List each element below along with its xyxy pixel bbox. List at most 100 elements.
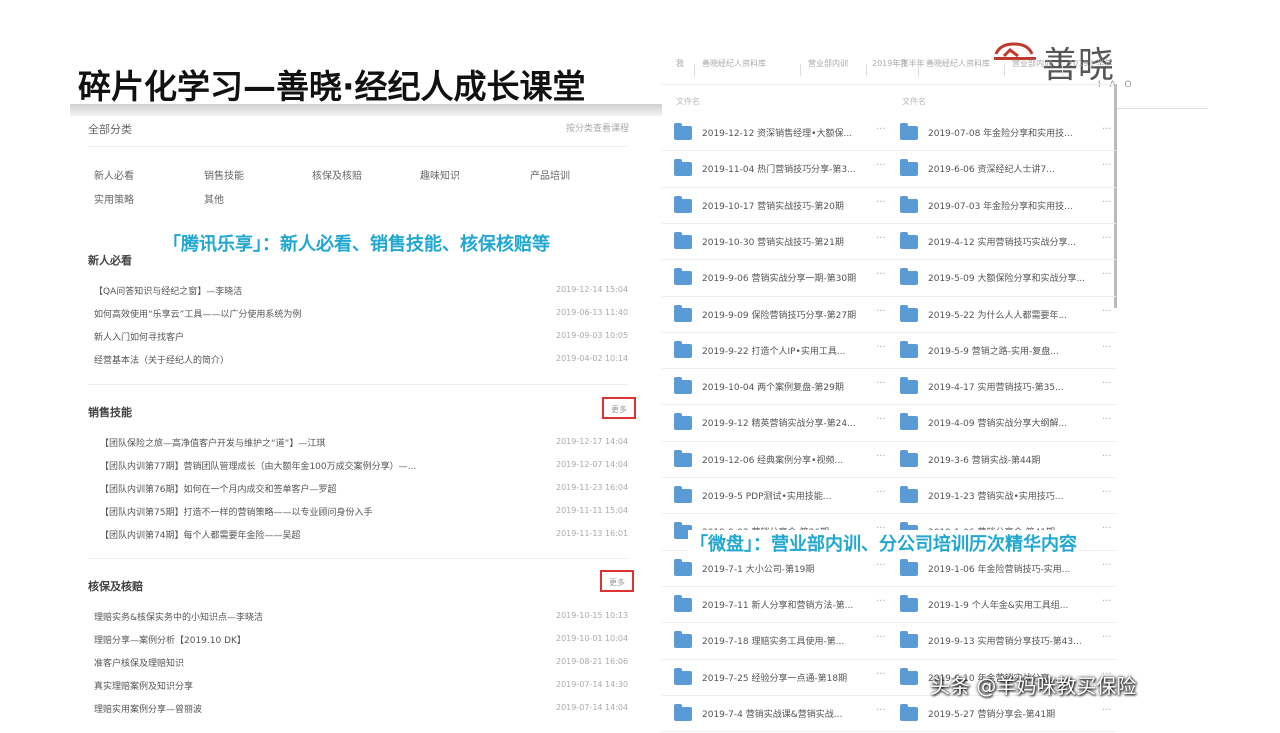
- list-item[interactable]: 经营基本法（关于经纪人的简介）: [94, 353, 229, 366]
- list-item[interactable]: 【团队内训第75期】打造不一样的营销策略——以专业顾问身份入手: [100, 505, 372, 518]
- category-view-link[interactable]: 按分类查看课程: [566, 121, 629, 134]
- more-options-icon[interactable]: ···: [1102, 632, 1112, 643]
- breadcrumb-separator: [800, 64, 801, 76]
- list-item[interactable]: 【团队内训第77期】营销团队管理成长（由大额年金100万成交案例分享）—...: [100, 459, 416, 472]
- more-options-icon[interactable]: ···: [1102, 596, 1112, 607]
- folder-row[interactable]: 2019-11-04 热门营销技巧分享-第3... ···: [674, 152, 890, 188]
- more-options-icon[interactable]: ···: [1102, 705, 1112, 716]
- folder-row[interactable]: 2019-7-18 理赔实务工具使用-第... ···: [674, 624, 890, 660]
- category-product-training[interactable]: 产品培训: [530, 167, 570, 182]
- list-item[interactable]: 如何高效使用“乐享云”工具——以广分使用系统为例: [94, 307, 301, 320]
- more-options-icon[interactable]: ···: [876, 414, 886, 425]
- category-strategy[interactable]: 实用策略: [94, 191, 134, 206]
- folder-row[interactable]: 2019-4-17 实用营销技巧-第35... ···: [900, 370, 1116, 406]
- list-item[interactable]: 【团队保险之旅—高净值客户开发与维护之“道”】—江琪: [100, 436, 325, 449]
- category-underwriting[interactable]: 核保及核赔: [312, 167, 362, 182]
- more-options-icon[interactable]: ···: [1102, 306, 1112, 317]
- more-options-icon[interactable]: ···: [1102, 269, 1112, 280]
- more-options-icon[interactable]: ···: [1102, 414, 1112, 425]
- more-options-icon[interactable]: ···: [876, 160, 886, 171]
- more-options-icon[interactable]: ···: [1102, 451, 1112, 462]
- more-options-icon[interactable]: ···: [876, 632, 886, 643]
- folder-row[interactable]: 2019-9-5 PDP测试•实用技能... ···: [674, 479, 890, 515]
- folder-icon: [674, 667, 692, 685]
- breadcrumb-item[interactable]: 善晓经纪人资料库: [926, 58, 990, 69]
- more-options-icon[interactable]: ···: [876, 669, 886, 680]
- folder-row[interactable]: 2019-7-25 经验分享一点通-第18期 ···: [674, 661, 890, 697]
- breadcrumb-item[interactable]: 营业部内训: [808, 58, 848, 69]
- folder-row[interactable]: 2019-1-9 个人年金&实用工具组... ···: [900, 588, 1116, 624]
- folder-row[interactable]: 2019-3-6 营销实战-第44期 ···: [900, 443, 1116, 479]
- more-options-icon[interactable]: ···: [1102, 378, 1112, 389]
- more-options-icon[interactable]: ···: [1102, 124, 1112, 135]
- more-options-icon[interactable]: ···: [876, 560, 886, 571]
- list-item[interactable]: 理赔实用案例分享—曾丽波: [94, 702, 202, 715]
- folder-row[interactable]: 2019-12-12 资深销售经理•大额保... ···: [674, 116, 890, 152]
- folder-row[interactable]: 2019-07-03 年金险分享和实用技... ···: [900, 189, 1116, 225]
- folder-row[interactable]: 2019-5-27 营销分享会-第41期 ···: [900, 697, 1116, 733]
- list-item[interactable]: 【团队内训第76期】如何在一个月内成交和签单客户—罗超: [100, 482, 336, 495]
- folder-row[interactable]: 2019-4-09 营销实战分享大纲解... ···: [900, 406, 1116, 442]
- folder-row[interactable]: 2019-9-09 保险营销技巧分享-第27期 ···: [674, 298, 890, 334]
- more-options-icon[interactable]: ···: [1102, 487, 1112, 498]
- more-options-icon[interactable]: ···: [876, 596, 886, 607]
- list-item[interactable]: 理赔实务&核保实务中的小知识点—李晓洁: [94, 610, 263, 623]
- more-options-icon[interactable]: ···: [876, 705, 886, 716]
- more-options-icon[interactable]: ···: [876, 269, 886, 280]
- folder-name: 2019-07-03 年金险分享和实用技...: [928, 201, 1073, 212]
- folder-row[interactable]: 2019-5-22 为什么人人都需要年... ···: [900, 298, 1116, 334]
- folder-row[interactable]: 2019-5-09 大额保险分享和实战分享... ···: [900, 261, 1116, 297]
- more-options-icon[interactable]: ···: [1102, 560, 1112, 571]
- divider: [88, 146, 628, 147]
- list-item[interactable]: 准客户核保及理赔知识: [94, 656, 184, 669]
- more-options-icon[interactable]: ···: [1102, 160, 1112, 171]
- folder-row[interactable]: 2019-10-30 营销实战技巧-第21期 ···: [674, 225, 890, 261]
- list-item[interactable]: 【QA问答知识与经纪之窗】—李晓洁: [94, 284, 242, 297]
- folder-row[interactable]: 2019-1-06 年金险营销技巧-实用... ···: [900, 552, 1116, 588]
- folder-row[interactable]: 2019-10-17 营销实战技巧-第20期 ···: [674, 189, 890, 225]
- more-options-icon[interactable]: ···: [876, 233, 886, 244]
- folder-row[interactable]: 2019-7-4 营销实战课&营销实战... ···: [674, 697, 890, 733]
- folder-row[interactable]: 2019-9-06 营销实战分享一期-第30期 ···: [674, 261, 890, 297]
- more-options-icon[interactable]: ···: [876, 451, 886, 462]
- more-options-icon[interactable]: ···: [876, 306, 886, 317]
- folder-row[interactable]: 2019-7-11 新人分享和营销方法-第... ···: [674, 588, 890, 624]
- folder-row[interactable]: 2019-07-08 年金险分享和实用技... ···: [900, 116, 1116, 152]
- more-button-underwriting[interactable]: 更多: [600, 570, 634, 592]
- more-options-icon[interactable]: ···: [1102, 233, 1112, 244]
- more-options-icon[interactable]: ···: [876, 342, 886, 353]
- folder-row[interactable]: 2019-9-13 实用营销分享技巧-第43... ···: [900, 624, 1116, 660]
- category-other[interactable]: 其他: [204, 191, 224, 206]
- breadcrumb-item[interactable]: 我: [676, 58, 684, 69]
- list-item[interactable]: 新人入门如何寻找客户: [94, 330, 184, 343]
- breadcrumb-item[interactable]: 我: [900, 58, 908, 69]
- category-newbie[interactable]: 新人必看: [94, 167, 134, 182]
- more-button-sales[interactable]: 更多: [602, 397, 636, 419]
- more-options-icon[interactable]: ···: [876, 197, 886, 208]
- folder-row[interactable]: 2019-9-22 打造个人IP•实用工具... ···: [674, 334, 890, 370]
- more-options-icon[interactable]: ···: [876, 487, 886, 498]
- category-fun-knowledge[interactable]: 趣味知识: [420, 167, 460, 182]
- folder-icon: [900, 558, 918, 576]
- folder-row[interactable]: 2019-5-9 营销之路-实用-复盘... ···: [900, 334, 1116, 370]
- more-options-icon[interactable]: ···: [876, 124, 886, 135]
- list-item[interactable]: 真实理赔案例及知识分享: [94, 679, 193, 692]
- breadcrumb-item[interactable]: 营业部内训: [1012, 58, 1052, 69]
- more-options-icon[interactable]: ···: [1102, 342, 1112, 353]
- folder-row[interactable]: 2019-1-23 营销实战•实用技巧... ···: [900, 479, 1116, 515]
- list-item[interactable]: 理赔分享—案例分析【2019.10 DK】: [94, 633, 246, 646]
- folder-row[interactable]: 2019-6-06 资深经纪人士讲7... ···: [900, 152, 1116, 188]
- list-item[interactable]: 【团队内训第74期】每个人都需要年金险——吴超: [100, 528, 300, 541]
- more-options-icon[interactable]: ···: [876, 378, 886, 389]
- breadcrumb-item[interactable]: 2019上半年: [1068, 58, 1112, 69]
- breadcrumb-item[interactable]: 善晓经纪人资料库: [702, 58, 766, 69]
- more-options-icon[interactable]: ···: [1102, 197, 1112, 208]
- breadcrumb-item[interactable]: 2019年下半年: [872, 58, 924, 69]
- folder-row[interactable]: 2019-12-06 经典案例分享•视频... ···: [674, 443, 890, 479]
- folder-row[interactable]: 2019-10-04 两个案例复盘-第29期 ···: [674, 370, 890, 406]
- more-options-icon[interactable]: ···: [1102, 523, 1112, 534]
- folder-row[interactable]: 2019-9-12 精英营销实战分享-第24... ···: [674, 406, 890, 442]
- folder-row[interactable]: 2019-4-12 实用营销技巧实战分享... ···: [900, 225, 1116, 261]
- category-sales-skills[interactable]: 销售技能: [204, 167, 244, 182]
- folder-row[interactable]: 2019-7-1 大小公司-第19期 ···: [674, 552, 890, 588]
